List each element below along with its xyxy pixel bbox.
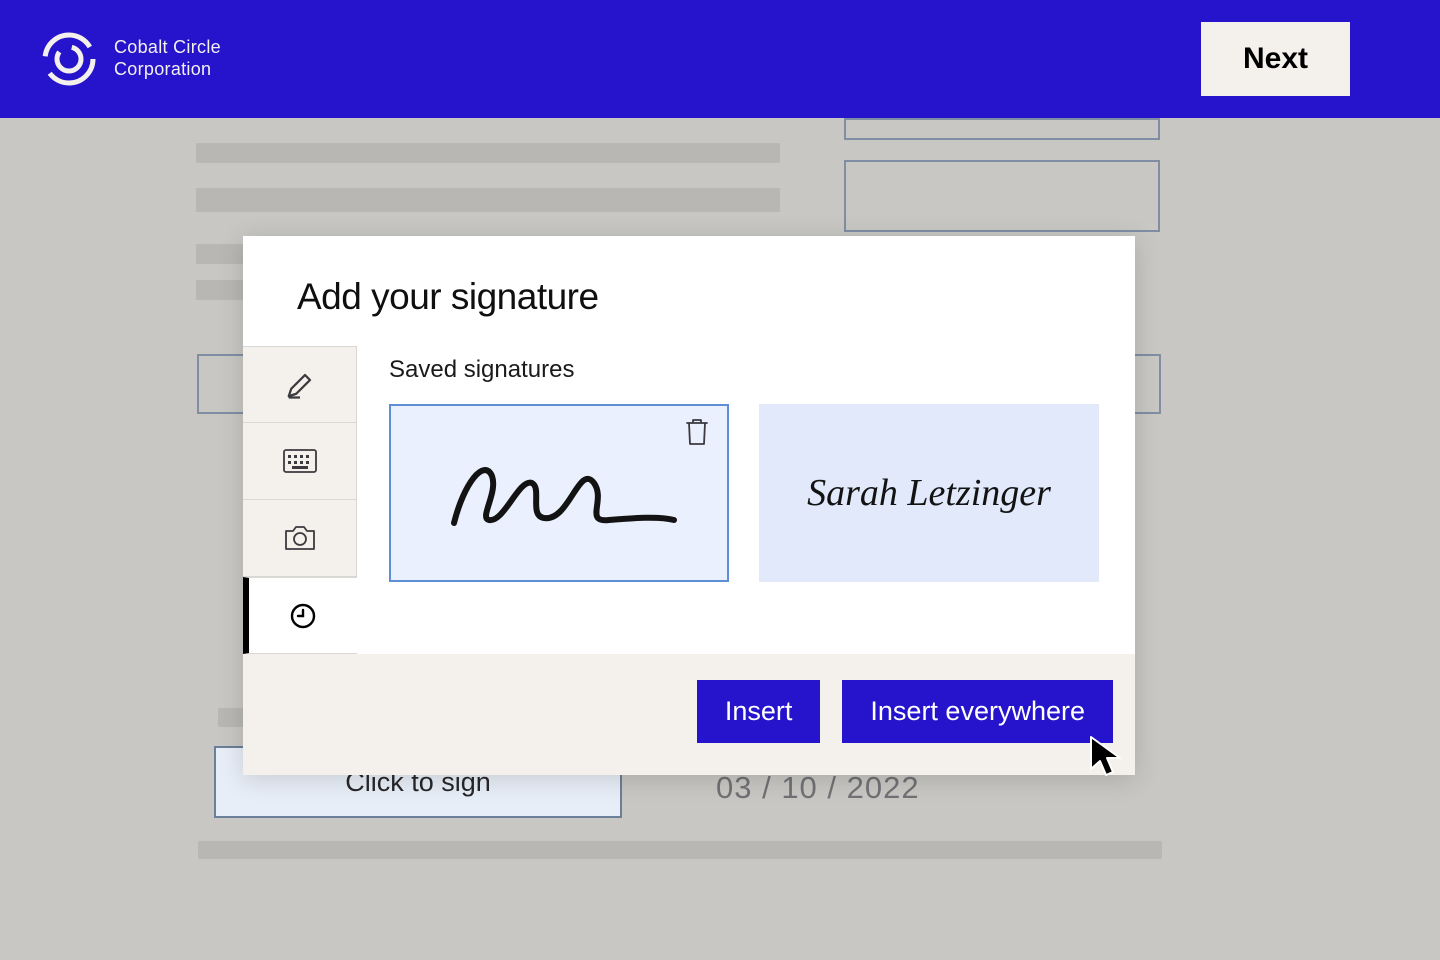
form-field[interactable] <box>844 118 1160 140</box>
signature-modal: Add your signature <box>243 236 1135 775</box>
insert-everywhere-button[interactable]: Insert everywhere <box>842 680 1113 743</box>
signature-option-2[interactable]: Sarah Letzinger <box>759 404 1099 582</box>
skeleton-line <box>196 188 780 212</box>
brand-line1: Cobalt Circle <box>114 37 221 59</box>
clock-icon <box>289 602 317 630</box>
modal-body: Saved signatures Sarah Letzinger <box>243 346 1135 654</box>
tab-draw[interactable] <box>243 346 357 423</box>
signature-method-tabs <box>243 346 357 654</box>
delete-signature-button[interactable] <box>683 416 711 453</box>
insert-button[interactable]: Insert <box>697 680 821 743</box>
panel-subtitle: Saved signatures <box>389 356 1099 384</box>
tab-photo[interactable] <box>243 500 357 577</box>
form-field[interactable] <box>844 160 1160 232</box>
next-button[interactable]: Next <box>1201 22 1350 96</box>
skeleton-line <box>196 143 780 163</box>
app-header: Cobalt Circle Corporation Next <box>0 0 1440 118</box>
signature-list: Sarah Letzinger <box>389 404 1099 582</box>
saved-signatures-panel: Saved signatures Sarah Letzinger <box>357 346 1135 654</box>
tab-saved[interactable] <box>243 577 357 654</box>
skeleton-line <box>198 841 1162 859</box>
signature-scribble-icon <box>434 438 684 548</box>
signature-option-1[interactable] <box>389 404 729 582</box>
brand-block: Cobalt Circle Corporation <box>40 30 221 88</box>
tab-type[interactable] <box>243 423 357 500</box>
modal-footer: Insert Insert everywhere <box>243 654 1135 775</box>
keyboard-icon <box>283 449 317 473</box>
signature-text: Sarah Letzinger <box>807 471 1051 515</box>
brand-logo-icon <box>40 30 98 88</box>
camera-icon <box>284 524 316 552</box>
document-date: 03 / 10 / 2022 <box>716 770 920 806</box>
pencil-icon <box>285 370 315 400</box>
trash-icon <box>683 416 711 448</box>
modal-title: Add your signature <box>243 236 1135 346</box>
brand-line2: Corporation <box>114 59 221 81</box>
